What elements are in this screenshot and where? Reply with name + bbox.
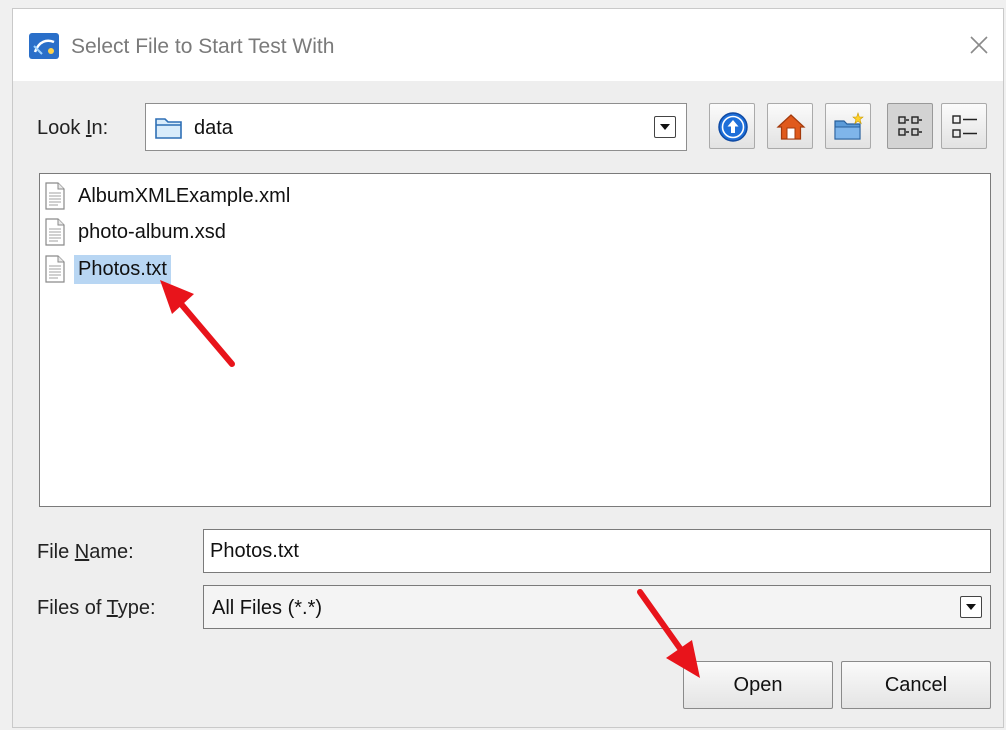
look-in-label: Look In: <box>37 117 109 139</box>
file-name-label: photo-album.xsd <box>78 220 226 243</box>
dialog-title: Select File to Start Test With <box>71 35 335 58</box>
open-button[interactable]: Open <box>683 661 833 709</box>
file-name-label: File Name: <box>37 541 134 563</box>
chevron-down-icon[interactable] <box>654 116 676 138</box>
new-folder-button[interactable] <box>825 103 871 149</box>
file-chooser-dialog: Select File to Start Test With Look In: … <box>12 8 1004 728</box>
list-view-icon <box>898 116 922 136</box>
look-in-combo[interactable]: data <box>145 103 687 151</box>
app-logo-icon <box>29 33 59 59</box>
document-icon <box>45 218 65 246</box>
up-arrow-icon <box>718 112 748 142</box>
files-of-type-value: All Files (*.*) <box>212 597 323 619</box>
files-of-type-label: Files of Type: <box>37 597 156 619</box>
close-icon[interactable] <box>965 31 993 59</box>
details-view-icon <box>952 115 977 138</box>
list-item[interactable]: AlbumXMLExample.xml <box>44 180 294 212</box>
list-item[interactable]: photo-album.xsd <box>44 216 230 248</box>
list-item-selected[interactable]: Photos.txt <box>44 253 171 285</box>
home-icon <box>776 114 806 140</box>
look-in-value: data <box>194 117 233 139</box>
file-list[interactable]: AlbumXMLExample.xml photo-album.xsd Phot… <box>39 173 991 507</box>
cancel-button[interactable]: Cancel <box>841 661 991 709</box>
document-icon <box>45 182 65 210</box>
files-of-type-combo[interactable]: All Files (*.*) <box>203 585 991 629</box>
file-name-input[interactable] <box>203 529 991 573</box>
file-name-label: Photos.txt <box>74 254 171 284</box>
new-folder-icon <box>834 112 864 140</box>
document-icon <box>45 255 65 283</box>
folder-icon <box>155 118 182 139</box>
file-name-label: AlbumXMLExample.xml <box>78 184 291 207</box>
title-bar: Select File to Start Test With <box>13 9 1003 81</box>
list-view-button[interactable] <box>887 103 933 149</box>
home-button[interactable] <box>767 103 813 149</box>
up-one-level-button[interactable] <box>709 103 755 149</box>
chevron-down-icon[interactable] <box>960 596 982 618</box>
details-view-button[interactable] <box>941 103 987 149</box>
